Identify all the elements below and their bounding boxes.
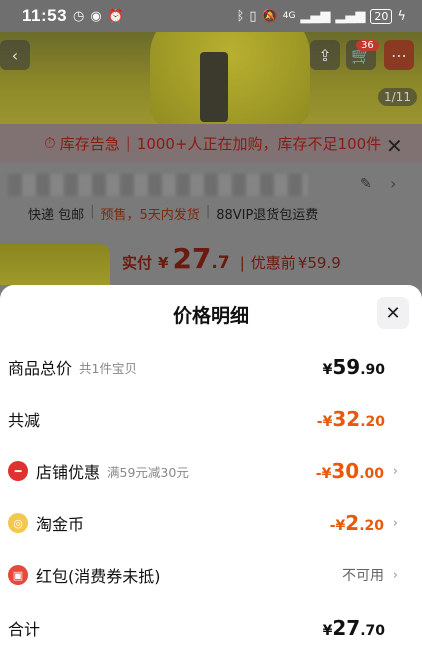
row-taojinbi[interactable]: ◎ 淘金币 -¥ 2 .20 › <box>0 503 422 543</box>
close-button[interactable]: ✕ <box>377 297 409 329</box>
chevron-right-icon: › <box>392 463 398 479</box>
product-page-background: ‹ ⇪ 🛒 36 ⋯ 1/11 ⏱ 库存告急 | 1000+人正在加购，库存不足… <box>0 32 422 285</box>
notification-icon: ◷ <box>73 8 85 24</box>
row-subtext: 共1件宝贝 <box>79 360 137 376</box>
red-packet-icon: ▣ <box>8 565 28 585</box>
price-integer: 27 <box>172 242 212 275</box>
stock-warning-title: 库存告急 <box>59 134 120 153</box>
row-red-packet[interactable]: ▣ 红包(消费券未抵) 不可用 › <box>0 555 422 595</box>
row-label: 淘金币 <box>36 515 85 534</box>
tag-return: 88VIP退货包运费 <box>216 208 319 223</box>
row-label: 商品总价 <box>8 359 73 378</box>
row-total-price: 商品总价 共1件宝贝 ¥ 59 .90 <box>0 347 422 387</box>
close-icon[interactable]: ✕ <box>386 134 403 158</box>
chevron-right-icon: › <box>392 515 398 531</box>
eye-icon: ◉ <box>90 8 102 24</box>
shop-coupon-icon: ━ <box>8 461 28 481</box>
status-bar: 11:53 ◷ ◉ ⏰ ᛒ ▯ 🔕 4G ▂▄▆ ▂▄▆ 20 ϟ <box>0 0 422 32</box>
row-amount: ¥ 59 .90 <box>322 355 385 379</box>
row-label: 合计 <box>8 620 41 639</box>
alarm-icon: ⏰ <box>107 8 124 24</box>
edit-icon[interactable]: ✎ <box>360 176 372 192</box>
warning-icon: ⏱ <box>44 134 56 152</box>
coin-icon: ◎ <box>8 513 28 533</box>
row-amount: -¥ 30 .00 <box>315 459 384 483</box>
row-label: 共减 <box>8 411 41 430</box>
stock-warning-message: 1000+人正在加购，库存不足100件 <box>136 134 382 153</box>
clock: 11:53 <box>22 6 68 25</box>
image-counter: 1/11 <box>378 88 417 106</box>
cart-badge: 36 <box>356 40 379 51</box>
tag-presale: 预售，5天内发货 <box>100 208 200 223</box>
vibrate-icon: ▯ <box>249 8 257 24</box>
product-thumbnail <box>0 244 110 285</box>
back-button[interactable]: ‹ <box>0 40 30 70</box>
network-label: 4G <box>282 11 296 21</box>
row-amount: -¥ 32 .20 <box>316 407 385 431</box>
row-shop-discount[interactable]: ━ 店铺优惠 满59元减30元 -¥ 30 .00 › <box>0 451 422 491</box>
price-label: 实付 <box>122 254 153 272</box>
row-total-discount: 共减 -¥ 32 .20 <box>0 399 422 439</box>
bluetooth-icon: ᛒ <box>236 8 245 24</box>
row-status: 不可用 <box>342 568 384 584</box>
row-label: 红包(消费券未抵) <box>36 567 161 586</box>
more-button[interactable]: ⋯ <box>384 40 414 70</box>
tag-shipping: 快递 包邮 <box>28 208 85 223</box>
shipping-tags: 快递 包邮 | 预售，5天内发货 | 88VIP退货包运费 <box>28 204 319 223</box>
product-info: ✎ › 快递 包邮 | 预售，5天内发货 | 88VIP退货包运费 实付 ¥ 2… <box>0 162 422 285</box>
chevron-right-icon: › <box>392 567 398 583</box>
product-title-blurred <box>8 174 308 196</box>
charging-icon: ϟ <box>397 8 406 24</box>
battery-indicator: 20 <box>370 8 393 24</box>
row-amount: -¥ 2 .20 <box>329 511 384 535</box>
price-currency: ¥ <box>158 254 169 272</box>
price-detail-sheet: 价格明细 ✕ 商品总价 共1件宝贝 ¥ 59 .90 共减 -¥ 32 .20 … <box>0 285 422 650</box>
price-summary: 实付 ¥ 27 .7 | 优惠前 ¥59.9 <box>122 242 341 275</box>
price-before-value: ¥59.9 <box>297 254 341 272</box>
mute-icon: 🔕 <box>261 8 278 24</box>
stock-warning-bar: ⏱ 库存告急 | 1000+人正在加购，库存不足100件 <box>0 124 422 162</box>
price-decimal: .7 <box>211 253 230 273</box>
signal-icon: ▂▄▆ <box>335 8 366 24</box>
chevron-right-icon[interactable]: › <box>390 174 396 193</box>
row-subtext: 满59元减30元 <box>107 464 189 480</box>
close-icon: ✕ <box>385 302 401 324</box>
price-before-label: 优惠前 <box>250 254 296 272</box>
share-icon[interactable]: ⇪ <box>310 40 340 70</box>
row-label: 店铺优惠 <box>36 463 101 482</box>
signal-icon: ▂▄▆ <box>300 8 331 24</box>
sheet-title: 价格明细 <box>172 305 249 327</box>
row-grand-total: 合计 ¥ 27 .70 <box>0 608 422 648</box>
row-amount: ¥ 27 .70 <box>322 616 385 640</box>
